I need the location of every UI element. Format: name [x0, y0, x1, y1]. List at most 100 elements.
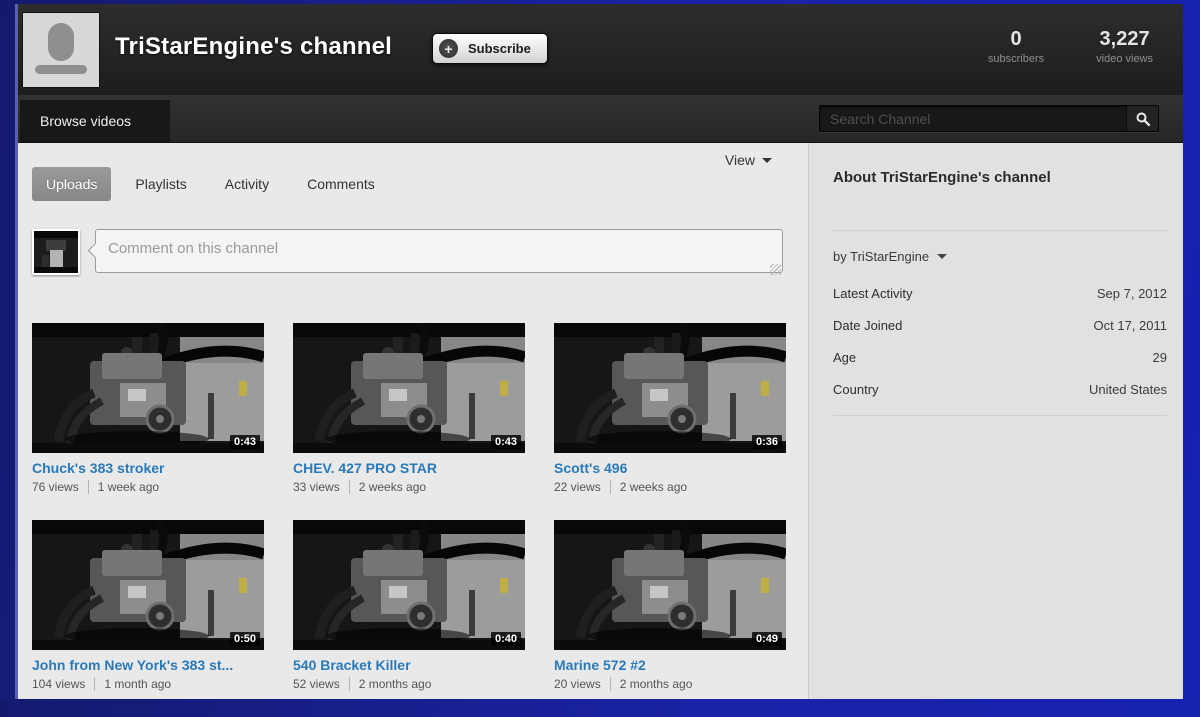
info-row-date-joined: Date Joined Oct 17, 2011 [833, 318, 1167, 333]
video-views: 76 views [32, 480, 89, 494]
page-title: TriStarEngine's channel [115, 33, 392, 61]
video-thumbnail[interactable]: 0:49 [554, 520, 786, 650]
video-thumbnail[interactable]: 0:43 [293, 323, 525, 453]
video-card[interactable]: 0:43 CHEV. 427 PRO STAR 33 views 2 weeks… [293, 323, 525, 494]
byline-label: by TriStarEngine [833, 249, 929, 264]
video-duration: 0:43 [491, 435, 521, 449]
video-duration: 0:40 [491, 632, 521, 646]
video-title-link[interactable]: Scott's 496 [554, 460, 786, 476]
subscribe-button[interactable]: + Subscribe [432, 33, 548, 64]
video-views-stat: 3,227 video views [1096, 28, 1153, 65]
video-age: 1 month ago [95, 677, 171, 691]
tab-activity[interactable]: Activity [211, 167, 283, 201]
subscribe-button-label: Subscribe [468, 41, 531, 56]
video-thumbnail[interactable]: 0:50 [32, 520, 264, 650]
video-thumbnail[interactable]: 0:36 [554, 323, 786, 453]
tab-comments[interactable]: Comments [293, 167, 389, 201]
engine-dyno-thumbnail-image [32, 323, 264, 453]
engine-dyno-thumbnail-image [32, 520, 264, 650]
engine-dyno-thumbnail-image [554, 520, 786, 650]
search-button[interactable] [1126, 106, 1158, 131]
info-label: Country [833, 382, 879, 397]
search-icon [1136, 112, 1150, 126]
video-card[interactable]: 0:43 Chuck's 383 stroker 76 views 1 week… [32, 323, 264, 494]
video-thumbnail[interactable]: 0:40 [293, 520, 525, 650]
engine-dyno-thumbnail-image [554, 323, 786, 453]
view-dropdown-label: View [725, 152, 755, 168]
info-value: United States [1089, 382, 1167, 397]
video-duration: 0:49 [752, 632, 782, 646]
video-views-label: video views [1096, 53, 1153, 65]
video-title-link[interactable]: John from New York's 383 st... [32, 657, 264, 673]
video-meta: 76 views 1 week ago [32, 480, 264, 494]
video-grid: 0:43 Chuck's 383 stroker 76 views 1 week… [32, 323, 808, 717]
info-label: Latest Activity [833, 286, 912, 301]
video-thumbnail[interactable]: 0:43 [32, 323, 264, 453]
engine-dyno-thumbnail-image [293, 323, 525, 453]
search-input[interactable] [819, 105, 1159, 132]
video-age: 1 week ago [89, 480, 159, 494]
video-title-link[interactable]: Chuck's 383 stroker [32, 460, 264, 476]
content-area: Uploads Playlists Activity Comments View [18, 143, 1183, 699]
comment-row [32, 229, 783, 278]
info-label: Age [833, 350, 856, 365]
video-meta: 22 views 2 weeks ago [554, 480, 786, 494]
channel-avatar[interactable] [22, 12, 100, 88]
video-card[interactable]: 0:40 540 Bracket Killer 52 views 2 month… [293, 520, 525, 691]
tab-playlists[interactable]: Playlists [121, 167, 200, 201]
video-card[interactable]: 0:36 Scott's 496 22 views 2 weeks ago [554, 323, 786, 494]
divider [833, 415, 1167, 416]
byline-dropdown[interactable]: by TriStarEngine [833, 249, 1167, 264]
subscribers-stat: 0 subscribers [988, 28, 1044, 65]
subscribers-count: 0 [988, 28, 1044, 51]
video-title-link[interactable]: Marine 572 #2 [554, 657, 786, 673]
video-meta: 33 views 2 weeks ago [293, 480, 525, 494]
video-age: 2 months ago [611, 677, 693, 691]
video-duration: 0:43 [230, 435, 260, 449]
video-meta: 20 views 2 months ago [554, 677, 786, 691]
video-views-count: 3,227 [1096, 28, 1153, 51]
engine-dyno-thumbnail-image [293, 520, 525, 650]
video-meta: 52 views 2 months ago [293, 677, 525, 691]
info-row-latest-activity: Latest Activity Sep 7, 2012 [833, 286, 1167, 301]
video-title-link[interactable]: 540 Bracket Killer [293, 657, 525, 673]
video-duration: 0:36 [752, 435, 782, 449]
video-title-link[interactable]: CHEV. 427 PRO STAR [293, 460, 525, 476]
video-duration: 0:50 [230, 632, 260, 646]
info-row-country: Country United States [833, 382, 1167, 397]
info-value: Sep 7, 2012 [1097, 286, 1167, 301]
about-title: About TriStarEngine's channel [833, 169, 1167, 186]
view-dropdown[interactable]: View [725, 152, 772, 168]
video-card[interactable]: 0:49 Marine 572 #2 20 views 2 months ago [554, 520, 786, 691]
video-age: 2 weeks ago [350, 480, 426, 494]
video-views: 33 views [293, 480, 350, 494]
user-avatar-image [34, 231, 78, 273]
video-age: 2 months ago [350, 677, 432, 691]
comment-input[interactable] [95, 229, 783, 273]
plus-icon: + [439, 39, 458, 58]
info-label: Date Joined [833, 318, 902, 333]
channel-search [819, 105, 1159, 132]
divider [833, 230, 1167, 231]
channel-stats: 0 subscribers 3,227 video views [988, 28, 1153, 65]
browse-videos-tab[interactable]: Browse videos [20, 100, 170, 142]
video-views: 22 views [554, 480, 611, 494]
info-value: 29 [1153, 350, 1167, 365]
chevron-down-icon [762, 158, 772, 163]
channel-header: TriStarEngine's channel + Subscribe 0 su… [18, 4, 1183, 95]
user-avatar[interactable] [32, 229, 80, 275]
channel-page: TriStarEngine's channel + Subscribe 0 su… [18, 4, 1183, 699]
chevron-down-icon [937, 254, 947, 259]
person-silhouette-icon [23, 13, 99, 87]
channel-tabs: Uploads Playlists Activity Comments [32, 167, 794, 201]
video-views: 104 views [32, 677, 95, 691]
video-card[interactable]: 0:50 John from New York's 383 st... 104 … [32, 520, 264, 691]
video-views: 20 views [554, 677, 611, 691]
info-row-age: Age 29 [833, 350, 1167, 365]
video-age: 2 weeks ago [611, 480, 687, 494]
video-views: 52 views [293, 677, 350, 691]
main-column: Uploads Playlists Activity Comments View [18, 143, 808, 699]
info-value: Oct 17, 2011 [1094, 318, 1167, 333]
tab-uploads[interactable]: Uploads [32, 167, 111, 201]
channel-navbar: Browse videos [18, 95, 1183, 143]
